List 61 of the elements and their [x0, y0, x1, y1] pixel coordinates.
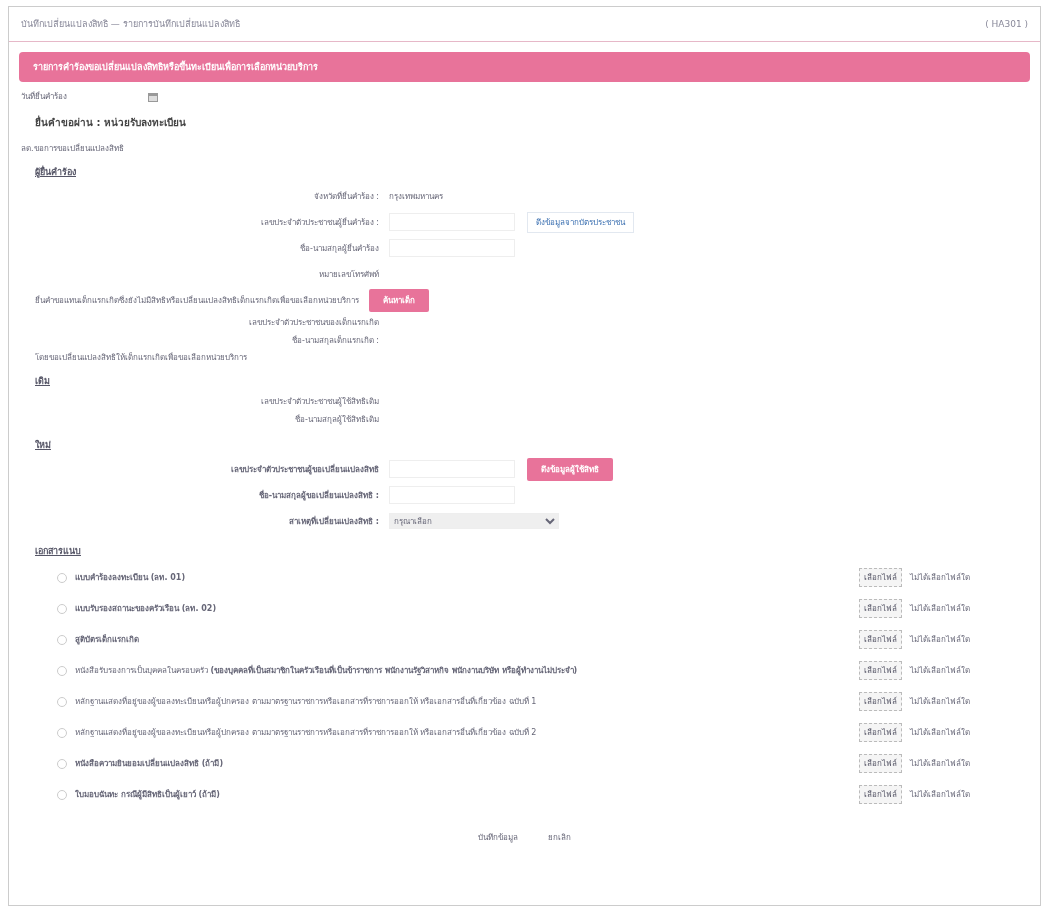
checkbox[interactable] [57, 634, 67, 645]
calendar-icon[interactable] [147, 90, 159, 103]
attachment-label: แบบคำร้องลงทะเบียน (ลท. 01) [75, 572, 186, 584]
section-heading: เดิม [34, 375, 51, 388]
checkbox[interactable] [57, 603, 67, 614]
attachment-label: ใบมอบฉันทะ กรณีผู้มีสิทธิเป็นผู้เยาว์ (ถ้ามี) [75, 788, 220, 801]
checkbox[interactable] [57, 572, 67, 583]
checkbox[interactable] [57, 665, 67, 676]
field-label: ยื่นคำขอแทนเด็กแรกเกิดซึ่งยังไม่มีสิทธิหรือเปลี่ยนแปลงสิทธิเด็กแรกเกิดเพื่อขอเลือกหน่วยบริการ [35, 294, 359, 307]
field-label: ชื่อ-นามสกุลเด็กแรกเกิด : [290, 334, 379, 347]
attachment-label: หนังสือรับรองการเป็นบุคคลในครอบครัว (ของบุคคลที่เป็นสมาชิกในครัวเรือนที่เป็นข้าราชการ พนักงานรัฐวิสาหกิจ พนักงานบริษัท หรือผู้ทำงานไม่ประจำ) [75, 664, 578, 677]
choose-file-button[interactable]: เลือกไฟล์ [859, 661, 902, 680]
action-button[interactable]: ยกเลิก [542, 830, 577, 845]
choose-file-button[interactable]: เลือกไฟล์ [859, 723, 902, 742]
section-heading: ใหม่ [34, 439, 52, 452]
file-status: ไม่ได้เลือกไฟล์ใด [910, 665, 970, 677]
checkbox[interactable] [57, 758, 67, 769]
field-label: เลขประจำตัวประชาชนของเด็กแรกเกิด [248, 316, 379, 329]
field-label: หมายเลขโทรศัพท์ [318, 268, 379, 281]
file-status: ไม่ได้เลือกไฟล์ใด [910, 634, 970, 646]
field-label: ชื่อ-นามสกุลผู้ยื่นคำร้อง [299, 242, 379, 255]
field-label: จังหวัดที่ยื่นคำร้อง : [312, 190, 379, 203]
choose-file-button[interactable]: เลือกไฟล์ [859, 599, 902, 618]
choose-file-button[interactable]: เลือกไฟล์ [859, 785, 902, 804]
action-button[interactable]: บันทึกข้อมูล [472, 830, 524, 845]
section-heading: ผู้ยื่นคำร้อง [34, 164, 77, 180]
field-label: สาเหตุที่เปลี่ยนแปลงสิทธิ : [288, 515, 379, 528]
file-status: ไม่ได้เลือกไฟล์ใด [910, 696, 970, 708]
file-status: ไม่ได้เลือกไฟล์ใด [910, 727, 970, 739]
note-text: โดยขอเปลี่ยนแปลงสิทธิให้เด็กแรกเกิดเพื่อขอเลือกหน่วยบริการ [35, 351, 247, 364]
field-label: เลขประจำตัวประชาชนผู้ใช้สิทธิเดิม [260, 395, 379, 408]
field-label: เลขประจำตัวประชาชนผู้ขอเปลี่ยนแปลงสิทธิ [230, 463, 379, 476]
fetch-link[interactable]: ดึงข้อมูลจากบัตรประชาชน [527, 211, 634, 233]
field-label: ชื่อ-นามสกุลผู้ใช้สิทธิเดิม [294, 413, 379, 426]
field-label: ชื่อ-นามสกุลผู้ขอเปลี่ยนแปลงสิทธิ : [257, 489, 379, 502]
attachment-label: หลักฐานแสดงที่อยู่ของผู้ขอลงทะเบียนหรือผู้ปกครอง ตามมาตรฐานราชการหรือเอกสารที่ราชการออกให้ หรือเอกสารอื่นที่เกี่ยวข้อง ฉบับที่ 1 [75, 695, 537, 708]
file-status: ไม่ได้เลือกไฟล์ใด [910, 758, 970, 770]
attachment-label: หนังสือความยินยอมเปลี่ยนแปลงสิทธิ (ถ้ามี) [75, 757, 224, 770]
file-status: ไม่ได้เลือกไฟล์ใด [910, 603, 970, 615]
checkbox[interactable] [57, 696, 67, 707]
subtitle: ลด.ขอการขอเปลี่ยนแปลงสิทธิ [21, 142, 124, 155]
choose-file-button[interactable]: เลือกไฟล์ [859, 754, 902, 773]
choose-file-button[interactable]: เลือกไฟล์ [859, 630, 902, 649]
checkbox[interactable] [57, 727, 67, 738]
field-label: เลขประจำตัวประชาชนผู้ยื่นคำร้อง : [259, 216, 379, 229]
file-status: ไม่ได้เลือกไฟล์ใด [910, 572, 970, 584]
attachment-label: สูติบัตรเด็กแรกเกิด [75, 633, 139, 646]
checkbox[interactable] [57, 789, 67, 800]
page-code: ( HA301 ) [985, 19, 1028, 29]
page-title: บันทึกเปลี่ยนแปลงสิทธิ — รายการบันทึกเปลี่ยนแปลงสิทธิ [21, 17, 240, 31]
choose-file-button[interactable]: เลือกไฟล์ [859, 692, 902, 711]
channel-title: ยื่นคำขอผ่าน : หน่วยรับลงทะเบียน [34, 114, 187, 130]
field-label: วันที่ยื่นคำร้อง [21, 90, 67, 103]
file-status: ไม่ได้เลือกไฟล์ใด [910, 789, 970, 801]
field-value: กรุงเทพมหานคร [389, 190, 443, 203]
choose-file-button[interactable]: เลือกไฟล์ [859, 568, 902, 587]
reason-select[interactable]: กรุณาเลือก [389, 513, 559, 529]
banner: รายการคำร้องขอเปลี่ยนแปลงสิทธิหรือขึ้นทะเบียนเพื่อการเลือกหน่วยบริการ [19, 52, 1030, 82]
attachment-label: หลักฐานแสดงที่อยู่ของผู้ขอลงทะเบียนหรือผู้ปกครอง ตามมาตรฐานราชการหรือเอกสารที่ราชการออกให้ หรือเอกสารอื่นที่เกี่ยวข้อง ฉบับที่ 2 [75, 726, 537, 739]
attachment-label: แบบรับรองสถานะของครัวเรือน (ลท. 02) [75, 603, 217, 615]
section-heading: เอกสารแนบ [34, 545, 82, 558]
